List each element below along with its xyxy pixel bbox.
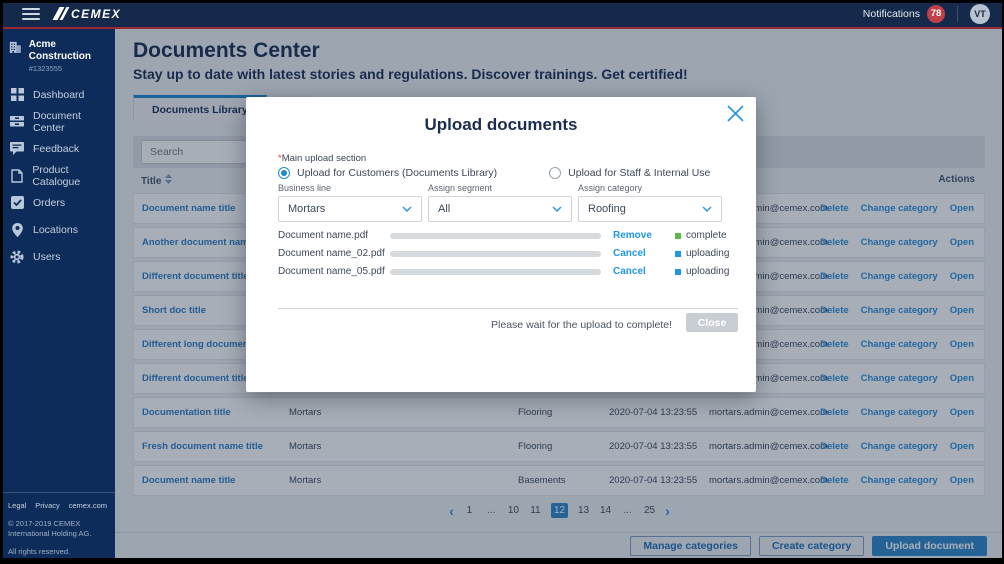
sidebar-footer: Legal Privacy cemex.com © 2017-2019 CEME… (0, 492, 115, 556)
copyright-text: © 2017-2019 CEMEX International Holding … (8, 519, 107, 539)
window-frame (0, 558, 1004, 564)
window-frame (0, 0, 3, 564)
cemex-com-link[interactable]: cemex.com (69, 501, 107, 510)
brand-name: CEMEX (71, 7, 121, 21)
feedback-icon (10, 142, 24, 155)
status-square-icon (675, 233, 681, 239)
assign-segment-select[interactable]: All (428, 196, 572, 222)
assign-category-select[interactable]: Roofing (578, 196, 722, 222)
progress-bar (390, 269, 601, 275)
assign-category-dropdown: Assign category Roofing (578, 183, 722, 222)
file-status: uploading (675, 266, 729, 277)
modal-title: Upload documents (246, 115, 756, 135)
sidebar-item-orders[interactable]: Orders (0, 189, 115, 216)
cemex-logo: CEMEX (56, 7, 121, 21)
privacy-link[interactable]: Privacy (35, 501, 60, 510)
topbar: CEMEX Notifications 78 VT (0, 0, 1004, 27)
upload-documents-modal: Upload documents *Main upload section Up… (246, 97, 756, 392)
section-label: *Main upload section (278, 153, 366, 164)
account-name: Acme Construction (29, 39, 107, 63)
chevron-down-icon (552, 206, 562, 212)
radio-upload-customers[interactable]: Upload for Customers (Documents Library) (278, 167, 497, 179)
file-name: Document name_02.pdf (278, 248, 385, 259)
business-line-select[interactable]: Mortars (278, 196, 422, 222)
hamburger-menu-icon[interactable] (22, 8, 40, 20)
upload-file-row: Document name_05.pdf Cancel uploading (278, 265, 738, 279)
dashboard-icon (10, 88, 24, 101)
notifications-label[interactable]: Notifications (863, 8, 920, 20)
cancel-link[interactable]: Cancel (613, 248, 646, 259)
remove-link[interactable]: Remove (613, 230, 652, 241)
upload-file-row: Document name_02.pdf Cancel uploading (278, 247, 738, 261)
account-switcher[interactable]: Acme Construction #1323555 (0, 29, 115, 81)
building-icon (9, 39, 22, 55)
dropdown-label: Assign category (578, 183, 722, 193)
upload-target-radios: Upload for Customers (Documents Library)… (278, 167, 710, 179)
sidebar-item-users[interactable]: Users (0, 243, 115, 270)
sidebar-item-product-catalogue[interactable]: Product Catalogue (0, 162, 115, 189)
business-line-dropdown: Business line Mortars (278, 183, 422, 222)
close-button-disabled[interactable]: Close (686, 313, 738, 332)
status-square-icon (675, 269, 681, 275)
sidebar-item-locations[interactable]: Locations (0, 216, 115, 243)
document-center-icon (10, 115, 24, 128)
users-icon (10, 250, 24, 264)
sidebar-item-feedback[interactable]: Feedback (0, 135, 115, 162)
radio-upload-staff[interactable]: Upload for Staff & Internal Use (549, 167, 710, 179)
progress-bar (390, 233, 601, 239)
user-avatar[interactable]: VT (970, 4, 990, 24)
app-window: CEMEX Notifications 78 VT Acme Construct… (0, 0, 1004, 564)
product-catalogue-icon (10, 169, 23, 183)
radio-unselected-icon (549, 167, 561, 179)
chevron-down-icon (402, 206, 412, 212)
account-number: #1323555 (29, 64, 107, 73)
notifications-count-badge[interactable]: 78 (927, 5, 945, 23)
status-square-icon (675, 251, 681, 257)
file-status: uploading (675, 248, 729, 259)
orders-icon (10, 196, 24, 209)
progress-bar (390, 251, 601, 257)
file-name: Document name_05.pdf (278, 266, 385, 277)
sidebar-item-dashboard[interactable]: Dashboard (0, 81, 115, 108)
dropdown-label: Assign segment (428, 183, 572, 193)
cancel-link[interactable]: Cancel (613, 266, 646, 277)
sidebar-item-document-center[interactable]: Document Center (0, 108, 115, 135)
upload-file-row: Document name.pdf Remove complete (278, 229, 738, 243)
topbar-divider (957, 6, 958, 22)
rights-text: All rights reserved. (8, 547, 107, 556)
file-name: Document name.pdf (278, 230, 368, 241)
file-status: complete (675, 230, 727, 241)
locations-icon (10, 223, 24, 237)
modal-divider (278, 308, 738, 309)
window-frame (0, 0, 1004, 3)
upload-wait-note: Please wait for the upload to complete! (491, 319, 672, 331)
chevron-down-icon (702, 206, 712, 212)
assign-segment-dropdown: Assign segment All (428, 183, 572, 222)
legal-link[interactable]: Legal (8, 501, 26, 510)
dropdown-label: Business line (278, 183, 422, 193)
radio-selected-icon (278, 167, 290, 179)
sidebar: Acme Construction #1323555 Dashboard Doc… (0, 29, 115, 564)
